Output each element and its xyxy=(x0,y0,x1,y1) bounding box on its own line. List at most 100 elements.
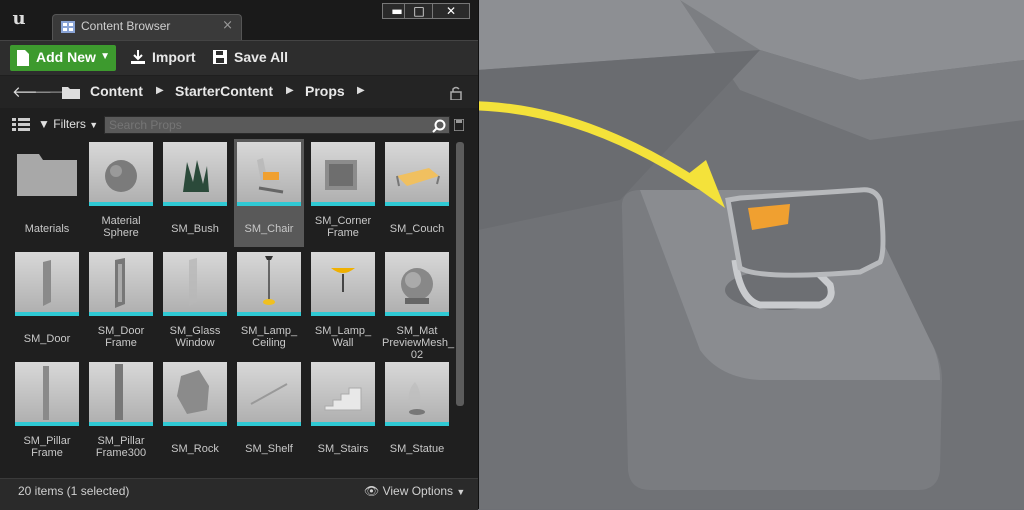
asset-thumbnail xyxy=(15,362,79,426)
asset-tile[interactable]: SM_Rock xyxy=(160,359,230,467)
maximize-button[interactable]: □ xyxy=(404,3,434,19)
asset-name: SM_Shelf xyxy=(245,443,293,455)
asset-thumbnail xyxy=(163,142,227,206)
asset-thumbnail xyxy=(89,142,153,206)
asset-name: SM_Door Frame xyxy=(97,325,145,349)
folder-icon xyxy=(15,142,79,206)
tab-close-icon[interactable]: × xyxy=(222,18,233,33)
asset-tile[interactable]: SM_Door xyxy=(12,249,82,357)
item-count-status: 20 items (1 selected) xyxy=(18,484,130,498)
asset-thumbnail xyxy=(237,252,301,316)
lock-icon[interactable] xyxy=(450,86,462,100)
folder-icon xyxy=(62,87,80,99)
asset-name: SM_Chair xyxy=(244,223,294,235)
new-file-icon xyxy=(17,50,29,66)
status-bar: 20 items (1 selected) 👁 View Options ▼ xyxy=(0,478,478,510)
breadcrumb-arrow-icon[interactable]: ▶ xyxy=(156,85,164,96)
asset-thumbnail xyxy=(311,252,375,316)
asset-tile[interactable]: SM_Lamp_ Ceiling xyxy=(234,249,304,357)
asset-tile[interactable]: Material Sphere xyxy=(86,139,156,247)
asset-tile[interactable]: SM_Statue xyxy=(382,359,452,467)
asset-thumbnail xyxy=(385,252,449,316)
asset-tile[interactable]: SM_Stairs xyxy=(308,359,378,467)
scrollbar[interactable] xyxy=(456,142,464,406)
content-browser-panel: u Content Browser × ▬ □ ✕ Add New ▼ Impo… xyxy=(0,0,479,510)
asset-thumbnail xyxy=(311,142,375,206)
asset-thumbnail xyxy=(237,142,301,206)
breadcrumb-arrow-icon[interactable]: ▶ xyxy=(357,85,365,96)
asset-name: SM_Corner Frame xyxy=(314,215,372,239)
tab-content-browser[interactable]: Content Browser × xyxy=(52,14,242,40)
search-row: ▼ Filters ▼ xyxy=(0,110,478,138)
asset-name: SM_Lamp_ Ceiling xyxy=(240,325,298,349)
unreal-logo-icon: u xyxy=(12,8,26,29)
add-new-button[interactable]: Add New ▼ xyxy=(10,45,116,71)
asset-name: SM_Mat PreviewMesh_ 02 xyxy=(382,325,455,361)
asset-grid: Materials Material Sphere SM_Bush SM_Chair S… xyxy=(0,138,478,476)
asset-tile[interactable]: SM_Door Frame xyxy=(86,249,156,357)
search-icon[interactable] xyxy=(432,119,446,133)
asset-name: SM_Pillar Frame xyxy=(23,435,71,459)
asset-thumbnail xyxy=(89,362,153,426)
asset-name: Material Sphere xyxy=(101,215,141,239)
asset-thumbnail xyxy=(237,362,301,426)
breadcrumb-arrow-icon[interactable]: ▶ xyxy=(286,85,294,96)
tab-label: Content Browser xyxy=(81,19,171,33)
title-bar: u Content Browser × ▬ □ ✕ xyxy=(0,0,478,40)
asset-tile[interactable]: SM_Pillar Frame xyxy=(12,359,82,467)
asset-tile[interactable]: SM_Corner Frame xyxy=(308,139,378,247)
breadcrumb-starter-content[interactable]: StarterContent xyxy=(175,83,273,99)
asset-thumbnail xyxy=(163,252,227,316)
asset-thumbnail xyxy=(89,252,153,316)
asset-thumbnail xyxy=(15,252,79,316)
filters-label: Filters xyxy=(53,117,86,131)
asset-thumbnail xyxy=(311,362,375,426)
asset-tile[interactable]: SM_Glass Window xyxy=(160,249,230,357)
asset-tile[interactable]: SM_Couch xyxy=(382,139,452,247)
content-toolbar: Add New ▼ Import Save All xyxy=(0,40,478,75)
filter-icon: ▼ xyxy=(38,117,50,131)
asset-thumbnail xyxy=(163,362,227,426)
eye-icon: 👁 xyxy=(364,484,380,498)
asset-name: SM_Pillar Frame300 xyxy=(95,435,147,459)
add-new-label: Add New xyxy=(36,49,96,65)
import-icon xyxy=(131,50,145,64)
asset-name: SM_Couch xyxy=(389,223,445,235)
chevron-down-icon: ▼ xyxy=(89,120,99,130)
save-all-button[interactable]: Save All xyxy=(212,45,296,71)
breadcrumb-content[interactable]: Content xyxy=(90,83,143,99)
asset-name: SM_Glass Window xyxy=(169,325,221,349)
breadcrumb-props[interactable]: Props xyxy=(305,83,345,99)
close-button[interactable]: ✕ xyxy=(432,3,470,19)
search-input[interactable] xyxy=(104,116,450,134)
asset-name: SM_Rock xyxy=(171,443,219,455)
asset-name: SM_Bush xyxy=(171,223,219,235)
import-button[interactable]: Import xyxy=(130,45,200,71)
asset-tile[interactable]: SM_Mat PreviewMesh_ 02 xyxy=(382,249,454,361)
save-icon xyxy=(213,50,227,64)
asset-tile[interactable]: SM_Chair xyxy=(234,139,304,247)
chevron-down-icon: ▼ xyxy=(456,487,466,497)
sources-panel-icon[interactable] xyxy=(12,118,30,132)
view-options-label: View Options xyxy=(382,484,454,498)
content-browser-icon xyxy=(61,21,75,33)
asset-tile[interactable]: SM_Pillar Frame300 xyxy=(86,359,156,467)
asset-name: SM_Lamp_ Wall xyxy=(314,325,372,349)
asset-name: Materials xyxy=(24,223,70,235)
asset-name: SM_Stairs xyxy=(317,443,369,455)
asset-tile[interactable]: SM_Bush xyxy=(160,139,230,247)
asset-tile[interactable]: SM_Shelf xyxy=(234,359,304,467)
save-all-label: Save All xyxy=(234,49,288,65)
breadcrumb: 🡐 🡒 Content ▶ StarterContent ▶ Props ▶ xyxy=(0,76,478,108)
import-label: Import xyxy=(152,49,196,65)
asset-thumbnail xyxy=(385,362,449,426)
asset-thumbnail xyxy=(385,142,449,206)
asset-tile[interactable]: SM_Lamp_ Wall xyxy=(308,249,378,357)
asset-name: SM_Door xyxy=(23,333,71,345)
chevron-down-icon: ▼ xyxy=(100,51,110,62)
asset-name: SM_Statue xyxy=(389,443,445,455)
save-search-icon[interactable] xyxy=(454,119,464,131)
view-options-button[interactable]: 👁 View Options ▼ xyxy=(364,484,465,498)
filters-button[interactable]: ▼ Filters ▼ xyxy=(38,117,98,131)
asset-tile[interactable]: Materials xyxy=(12,139,82,247)
